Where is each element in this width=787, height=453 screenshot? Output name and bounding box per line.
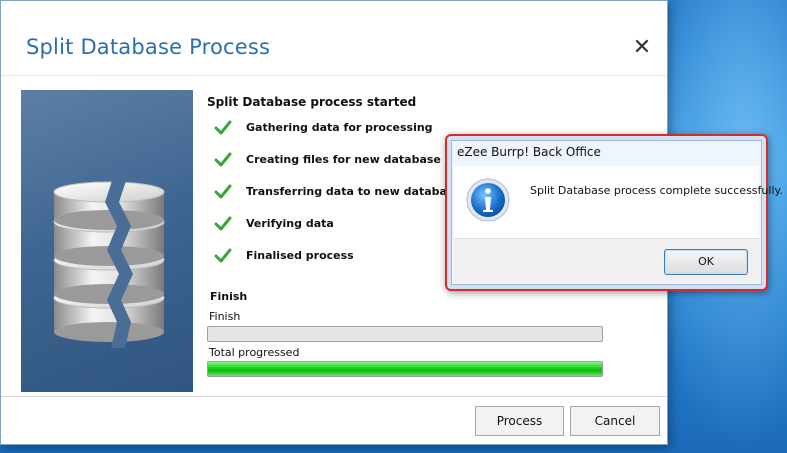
dialog-frame: eZee Burrp! Back Office Split Database p… — [451, 140, 783, 285]
process-button[interactable]: Process — [475, 406, 564, 436]
message-dialog: eZee Burrp! Back Office Split Database p… — [445, 134, 783, 291]
step-label: Gathering data for processing — [246, 121, 433, 134]
divider — [1, 396, 667, 397]
step-label: Finalised process — [246, 249, 354, 262]
finish-bar-label: Finish — [209, 310, 241, 323]
checkmark-icon — [214, 152, 232, 167]
checkmark-icon — [214, 120, 232, 135]
finish-title: Finish — [210, 290, 248, 303]
total-progress-bar — [207, 361, 603, 377]
total-progress-label: Total progressed — [209, 346, 300, 359]
dialog-footer: OK — [454, 238, 759, 283]
step-label: Creating files for new database — [246, 153, 441, 166]
divider — [1, 75, 667, 76]
total-progress-fill — [208, 362, 602, 376]
step-label: Transferring data to new database — [246, 185, 461, 198]
window-title: Split Database Process — [26, 35, 271, 59]
checkmark-icon — [214, 216, 232, 231]
side-image-panel — [21, 90, 193, 392]
step-label: Verifying data — [246, 217, 334, 230]
close-button[interactable]: ✕ — [629, 35, 655, 61]
finish-progress-bar — [207, 326, 603, 342]
checkmark-icon — [214, 184, 232, 199]
process-heading: Split Database process started — [207, 95, 417, 109]
info-icon — [466, 178, 510, 222]
checkmark-icon — [214, 248, 232, 263]
ok-button[interactable]: OK — [664, 249, 748, 275]
dialog-title: eZee Burrp! Back Office — [457, 145, 601, 159]
cancel-button[interactable]: Cancel — [570, 406, 660, 436]
dialog-body: Split Database process complete successf… — [454, 166, 783, 238]
database-split-icon — [53, 178, 165, 348]
dialog-message: Split Database process complete successf… — [530, 184, 783, 197]
